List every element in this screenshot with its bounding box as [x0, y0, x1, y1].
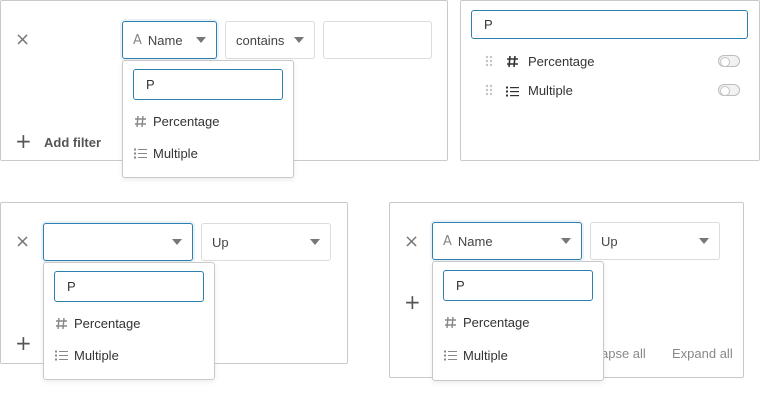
field-search-value: P	[146, 77, 155, 92]
chevron-down-icon	[561, 238, 571, 244]
chevron-down-icon	[294, 37, 304, 43]
field-option-percentage[interactable]: Percentage	[54, 316, 141, 331]
sort-field-select[interactable]	[43, 223, 193, 261]
group-direction-value: Up	[601, 233, 618, 249]
field-visibility-toggle[interactable]	[718, 84, 740, 96]
field-option-label: Multiple	[74, 348, 119, 363]
field-option-percentage[interactable]: Percentage	[443, 315, 530, 330]
group-field-value: Name	[457, 233, 493, 249]
field-option-label: Percentage	[463, 315, 530, 330]
group-field-dropdown: P Percentage Multiple	[432, 261, 604, 381]
add-sort-icon[interactable]: +	[15, 333, 32, 353]
add-filter-icon[interactable]: +	[15, 131, 32, 151]
group-field-select[interactable]: A Name	[432, 222, 582, 260]
field-search-input[interactable]: P	[133, 69, 283, 100]
remove-group-icon[interactable]: ×	[404, 233, 419, 251]
filter-condition-value: contains	[236, 32, 285, 48]
list-icon	[133, 147, 147, 161]
filter-value-input[interactable]	[323, 21, 432, 59]
field-visibility-toggle[interactable]	[718, 55, 740, 67]
field-visibility-panel: P Percentage Multiple	[460, 0, 760, 161]
field-row-label: Percentage	[528, 54, 595, 69]
hash-icon	[443, 316, 457, 330]
chevron-down-icon	[172, 239, 182, 245]
field-row-label: Multiple	[528, 83, 573, 98]
remove-sort-icon[interactable]: ×	[15, 233, 30, 251]
group-field-search-input[interactable]: P	[443, 270, 593, 301]
text-field-icon: A	[133, 32, 142, 48]
filter-condition-select[interactable]: contains	[225, 21, 315, 59]
chevron-down-icon	[699, 238, 709, 244]
field-dropdown: P Percentage Multiple	[122, 60, 294, 178]
field-option-multiple[interactable]: Multiple	[133, 146, 198, 161]
field-option-percentage[interactable]: Percentage	[133, 114, 220, 129]
field-row-multiple: Multiple	[485, 82, 745, 100]
chevron-down-icon	[196, 37, 206, 43]
sort-field-search-input[interactable]: P	[54, 271, 204, 302]
field-list-search-value: P	[484, 17, 493, 32]
filter-field-select[interactable]: A Name	[122, 21, 217, 59]
add-group-icon[interactable]: +	[404, 292, 421, 312]
field-row-percentage: Percentage	[485, 53, 745, 71]
remove-filter-icon[interactable]: ×	[15, 31, 30, 49]
sort-field-search-value: P	[67, 279, 76, 294]
hash-icon	[54, 317, 68, 331]
collapse-all-button[interactable]: apse all	[601, 346, 646, 361]
sort-direction-value: Up	[212, 234, 229, 250]
list-icon	[54, 349, 68, 363]
field-option-label: Percentage	[153, 114, 220, 129]
list-icon	[506, 85, 519, 100]
drag-handle-icon[interactable]	[485, 55, 493, 70]
drag-handle-icon[interactable]	[485, 84, 493, 99]
field-list-search-input[interactable]: P	[471, 10, 748, 39]
chevron-down-icon	[310, 239, 320, 245]
field-option-label: Multiple	[153, 146, 198, 161]
text-field-icon: A	[443, 233, 452, 249]
sort-direction-select[interactable]: Up	[201, 223, 331, 261]
field-option-label: Multiple	[463, 348, 508, 363]
add-filter-button[interactable]: Add filter	[44, 135, 101, 150]
hash-icon	[133, 115, 147, 129]
group-field-search-value: P	[456, 278, 465, 293]
filter-field-value: Name	[147, 32, 183, 48]
field-option-multiple[interactable]: Multiple	[443, 348, 508, 363]
hash-icon	[506, 55, 519, 71]
list-icon	[443, 349, 457, 363]
field-option-multiple[interactable]: Multiple	[54, 348, 119, 363]
group-direction-select[interactable]: Up	[590, 222, 720, 260]
sort-field-dropdown: P Percentage Multiple	[43, 262, 215, 380]
field-option-label: Percentage	[74, 316, 141, 331]
expand-all-button[interactable]: Expand all	[672, 346, 733, 361]
